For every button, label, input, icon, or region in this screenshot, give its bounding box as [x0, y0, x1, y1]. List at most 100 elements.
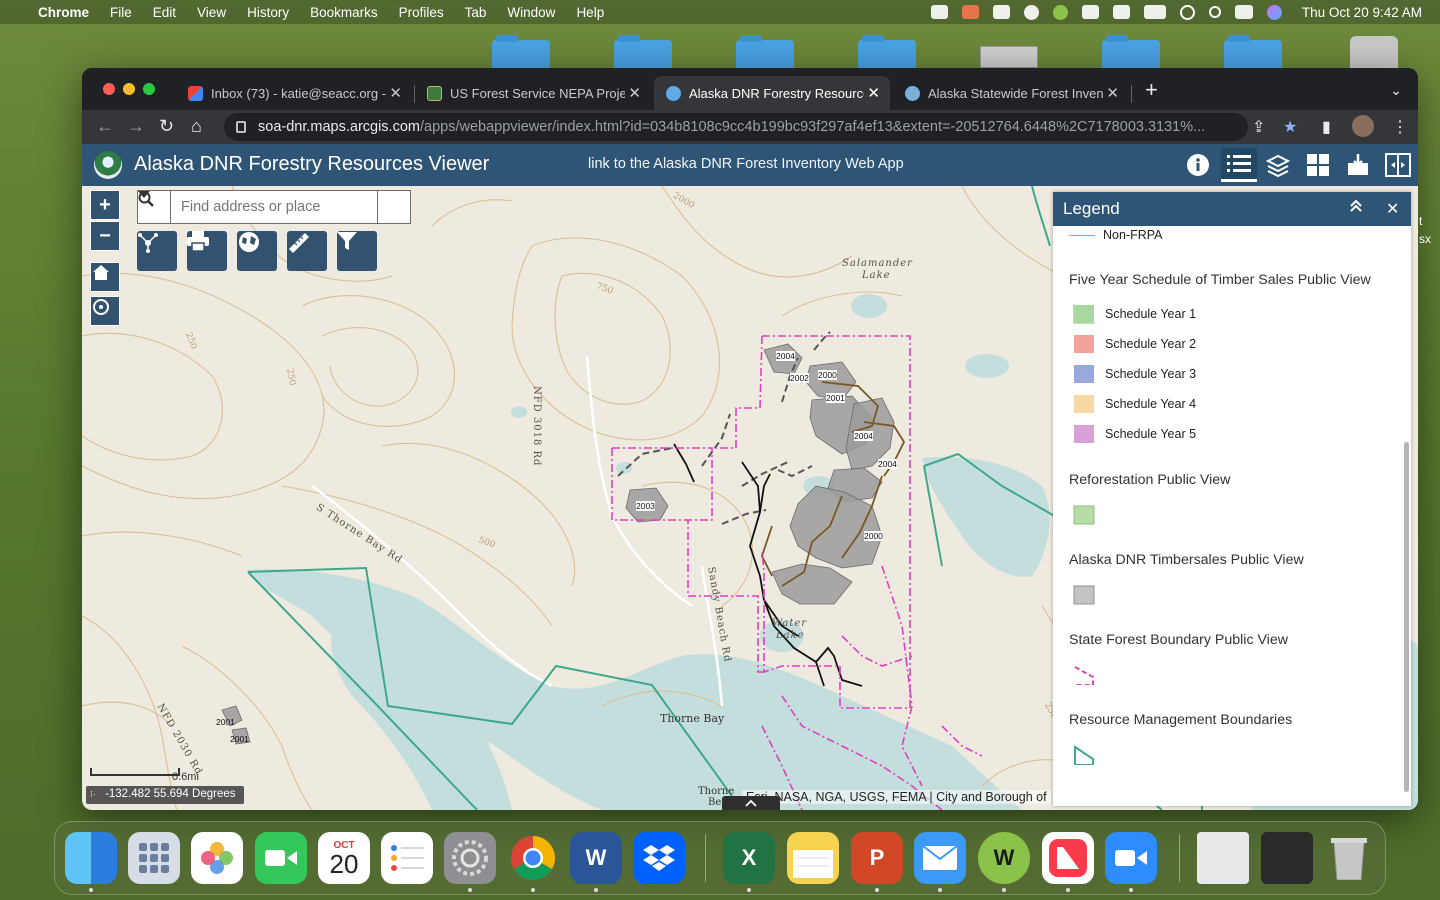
menu-profiles[interactable]: Profiles: [399, 5, 444, 20]
menu-file[interactable]: File: [110, 5, 132, 20]
profile-avatar[interactable]: [1352, 115, 1374, 137]
filter-button[interactable]: [337, 231, 377, 271]
close-tab-icon[interactable]: ✕: [867, 84, 880, 102]
wifi-icon[interactable]: [1179, 4, 1195, 20]
tab-search-chevron-icon[interactable]: ⌄: [1390, 82, 1402, 99]
chrome-menu-kebab-icon[interactable]: ⋮: [1392, 117, 1408, 137]
photos-icon[interactable]: [191, 832, 243, 884]
zoom-in-button[interactable]: +: [90, 190, 120, 220]
menu-bookmarks[interactable]: Bookmarks: [310, 5, 378, 20]
desktop-drive-icon[interactable]: [1350, 36, 1398, 68]
home-extent-button[interactable]: [90, 262, 120, 292]
menu-app-name[interactable]: Chrome: [38, 5, 89, 20]
spotlight-search-icon[interactable]: [1208, 6, 1221, 18]
draw-tool-button[interactable]: [137, 231, 177, 271]
menu-tab[interactable]: Tab: [465, 5, 487, 20]
terminal-window-icon[interactable]: [1261, 832, 1313, 884]
forest-inventory-link[interactable]: link to the Alaska DNR Forest Inventory …: [588, 156, 904, 172]
swipe-compare-icon[interactable]: [1385, 152, 1411, 178]
remote-desktop-icon[interactable]: [992, 5, 1010, 19]
whimsical-icon[interactable]: W: [978, 832, 1030, 884]
zoom-window-button[interactable]: [143, 83, 155, 95]
desktop-folder-icon[interactable]: [1102, 35, 1160, 68]
desktop-document-icon[interactable]: [980, 46, 1038, 68]
finder-icon[interactable]: [65, 832, 117, 884]
menubar-clock[interactable]: Thu Oct 20 9:42 AM: [1302, 5, 1422, 20]
tab-forest-inventory[interactable]: Alaska Statewide Forest Invent ✕: [893, 76, 1129, 110]
excel-icon[interactable]: X: [723, 832, 775, 884]
reminders-icon[interactable]: [381, 832, 433, 884]
close-panel-icon[interactable]: ✕: [1386, 199, 1399, 219]
zoom-out-button[interactable]: −: [90, 221, 120, 251]
news-icon[interactable]: [1042, 832, 1094, 884]
collapse-panel-icon[interactable]: [1349, 199, 1363, 218]
minimize-window-button[interactable]: [123, 83, 135, 95]
legend-scrollbar[interactable]: [1404, 442, 1409, 792]
new-tab-plus-icon[interactable]: +: [1145, 79, 1158, 101]
facetime-icon[interactable]: [255, 832, 307, 884]
mail-icon[interactable]: [914, 832, 966, 884]
screen-record-icon[interactable]: [930, 5, 948, 19]
whimsical-menubar-icon[interactable]: [1052, 4, 1068, 20]
lock-icon[interactable]: [236, 121, 246, 133]
zoom-icon[interactable]: [1105, 832, 1157, 884]
document-icon[interactable]: [1197, 832, 1249, 884]
tab-forest-service[interactable]: US Forest Service NEPA Projec ✕: [415, 76, 651, 110]
battery-icon[interactable]: [1143, 5, 1166, 19]
layer-list-icon[interactable]: [1265, 152, 1291, 178]
desktop-folder-icon[interactable]: [1224, 35, 1282, 68]
coordinate-readout[interactable]: ⁝· -132.482 55.694 Degrees: [86, 786, 244, 804]
reference-button[interactable]: [237, 231, 277, 271]
desktop-folder-icon[interactable]: [614, 35, 672, 68]
menu-history[interactable]: History: [247, 5, 289, 20]
chrome-icon[interactable]: [507, 832, 559, 884]
my-location-button[interactable]: [90, 296, 120, 326]
add-data-icon[interactable]: [1345, 152, 1371, 178]
notification-app-icon[interactable]: [961, 5, 979, 19]
tab-gmail[interactable]: Inbox (73) - katie@seacc.org - ✕: [176, 76, 412, 110]
launchpad-icon[interactable]: [128, 832, 180, 884]
coordinate-toggle-icon[interactable]: ⁝·: [90, 789, 96, 799]
calendar-icon[interactable]: OCT 20: [318, 832, 370, 884]
dropbox-icon[interactable]: [633, 832, 685, 884]
search-button[interactable]: [138, 191, 410, 223]
notes-icon[interactable]: [787, 832, 839, 884]
legend-list-icon[interactable]: [1221, 148, 1257, 182]
close-tab-icon[interactable]: ✕: [628, 84, 641, 102]
tab-dnr-viewer[interactable]: Alaska DNR Forestry Resource ✕: [654, 76, 890, 110]
trash-icon[interactable]: [1323, 832, 1375, 884]
creative-cloud-icon[interactable]: [1023, 4, 1039, 20]
powerpoint-icon[interactable]: P: [851, 832, 903, 884]
side-panel-icon[interactable]: ▮: [1322, 117, 1331, 137]
search-input[interactable]: [171, 191, 377, 223]
menu-help[interactable]: Help: [576, 5, 604, 20]
home-icon[interactable]: ⌂: [191, 116, 202, 137]
window-manager-icon[interactable]: [1112, 5, 1130, 19]
back-arrow-icon[interactable]: ←: [96, 116, 114, 137]
control-center-icon[interactable]: [1234, 5, 1253, 19]
menu-window[interactable]: Window: [507, 5, 555, 20]
forward-arrow-icon[interactable]: →: [127, 116, 145, 137]
close-tab-icon[interactable]: ✕: [1106, 84, 1119, 102]
desktop-folder-icon[interactable]: [492, 35, 550, 68]
desktop-folder-icon[interactable]: [858, 35, 916, 68]
siri-icon[interactable]: [1266, 4, 1282, 20]
desktop-folder-icon[interactable]: [736, 35, 794, 68]
close-window-button[interactable]: [103, 83, 115, 95]
menu-view[interactable]: View: [197, 5, 226, 20]
share-icon[interactable]: ⇪: [1252, 117, 1265, 137]
close-tab-icon[interactable]: ✕: [389, 84, 402, 102]
about-info-icon[interactable]: [1185, 152, 1211, 178]
word-icon[interactable]: W: [570, 832, 622, 884]
print-button[interactable]: [187, 231, 227, 271]
attribution-toggle-button[interactable]: [722, 796, 780, 810]
menu-edit[interactable]: Edit: [153, 5, 176, 20]
reload-icon[interactable]: ↻: [159, 116, 174, 137]
upwork-icon[interactable]: [1081, 5, 1099, 19]
basemap-gallery-icon[interactable]: [1305, 152, 1331, 178]
bookmark-star-icon[interactable]: ★: [1283, 117, 1297, 137]
legend-panel: Legend ✕ Non-FRPA Five Year Schedule of …: [1053, 192, 1411, 806]
measurement-button[interactable]: [287, 231, 327, 271]
address-bar[interactable]: soa-dnr.maps.arcgis.com /apps/webappview…: [224, 113, 1248, 141]
system-preferences-icon[interactable]: [444, 832, 496, 884]
